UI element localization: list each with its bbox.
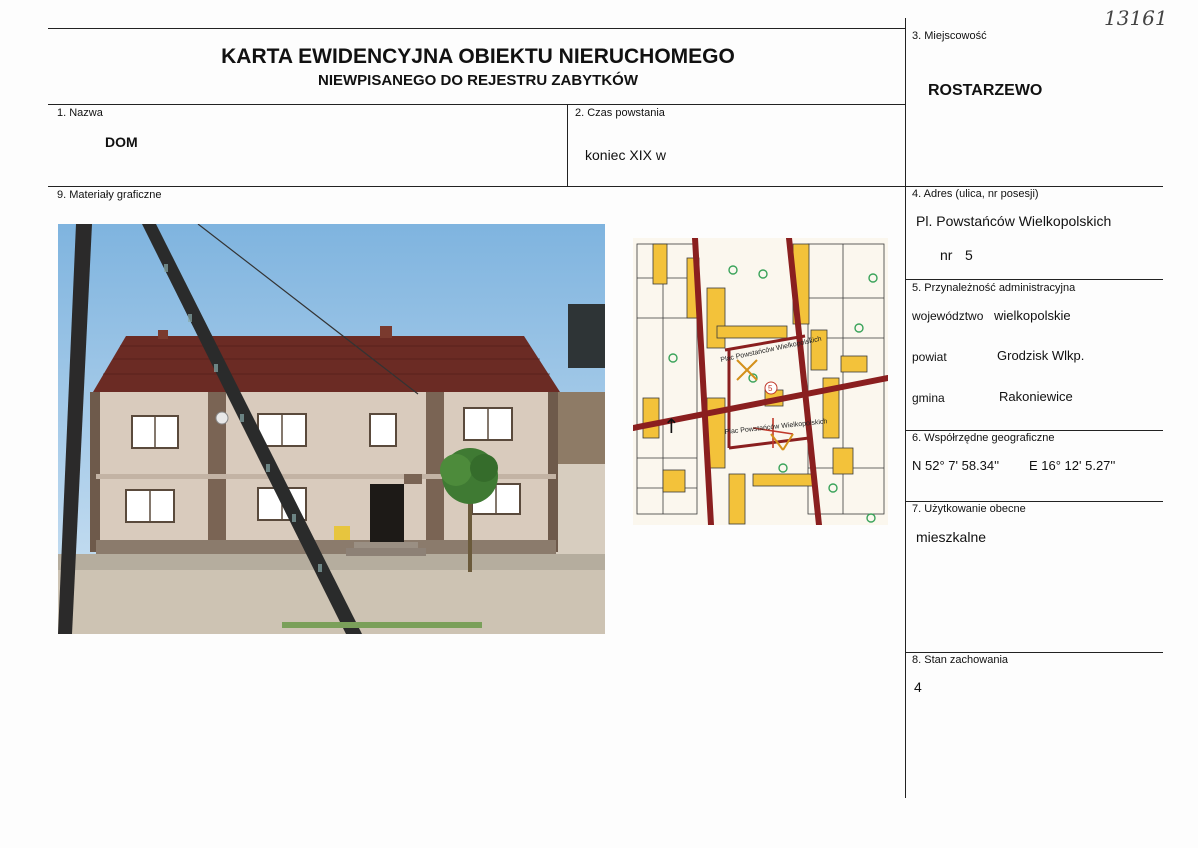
house-photo: [58, 224, 605, 634]
condition-value: 4: [914, 679, 922, 695]
address-number-prefix: nr: [940, 247, 953, 263]
address-label: 4. Adres (ulica, nr posesji): [912, 188, 1039, 200]
location-map: Plac Powstańców Wielkopolskich Plac Pows…: [633, 238, 888, 525]
voivodeship-value: wielkopolskie: [994, 308, 1071, 323]
document-subtitle: NIEWPISANEGO DO REJESTRU ZABYTKÓW: [317, 72, 639, 89]
line-usage-bottom: [905, 652, 1163, 653]
address-number: 5: [965, 247, 973, 263]
usage-label: 7. Użytkowanie obecne: [912, 503, 1026, 515]
name-row-bottom-line: [48, 186, 1163, 187]
commune-value: Rakoniewice: [999, 389, 1073, 404]
coordinates-north: N 52° 7' 58.34'': [912, 458, 1000, 473]
header-bottom-line: [48, 104, 905, 105]
top-border: [48, 28, 905, 29]
name-value: DOM: [105, 134, 138, 150]
name-time-divider: [567, 104, 568, 186]
line-admin-bottom: [905, 430, 1163, 431]
creation-time-value: koniec XIX w: [585, 147, 666, 163]
coordinates-east: E 16° 12' 5.27'': [1029, 458, 1116, 473]
right-column-divider: [905, 18, 906, 798]
line-coords-bottom: [905, 501, 1163, 502]
coordinates-label: 6. Współrzędne geograficzne: [912, 432, 1055, 444]
commune-label: gmina: [912, 391, 945, 405]
admin-label: 5. Przynależność administracyjna: [912, 282, 1076, 294]
voivodeship-label: województwo: [912, 309, 984, 323]
county-value: Grodzisk Wlkp.: [997, 348, 1085, 363]
north-arrow-icon: ↑: [663, 414, 680, 438]
address-street: Pl. Powstańców Wielkopolskich: [916, 213, 1112, 229]
usage-value: mieszkalne: [916, 529, 987, 545]
graphic-materials-label: 9. Materiały graficzne: [57, 189, 162, 201]
name-label: 1. Nazwa: [57, 107, 103, 119]
handwritten-number: 13161: [1104, 6, 1168, 30]
condition-label: 8. Stan zachowania: [912, 654, 1009, 666]
record-card: 13161 KARTA EWIDENCYJNA OBIEKTU NIERUCHO…: [0, 0, 1198, 848]
line-address-bottom: [905, 279, 1163, 280]
map-plot-number: 5: [768, 384, 773, 393]
document-title: KARTA EWIDENCYJNA OBIEKTU NIERUCHOMEGO: [221, 45, 735, 68]
creation-time-label: 2. Czas powstania: [575, 107, 665, 119]
locality-value: ROSTARZEWO: [928, 82, 1043, 99]
locality-label: 3. Miejscowość: [912, 30, 987, 42]
county-label: powiat: [912, 350, 947, 364]
